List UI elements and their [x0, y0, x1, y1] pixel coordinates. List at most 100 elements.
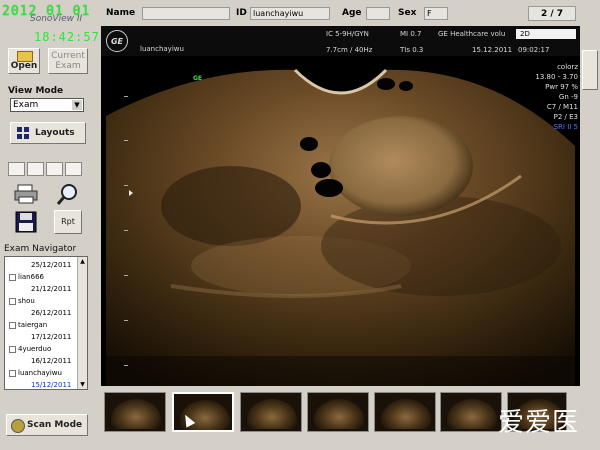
mi-label: MI 0.7 [400, 30, 422, 38]
exam-date: 15.12.2011 [472, 46, 513, 54]
tree-date-node[interactable]: 17/12/2011 [5, 331, 77, 343]
param-sri: SRI II 5 [553, 123, 578, 131]
navigator-scrollbar[interactable]: ▲ ▼ [77, 257, 87, 389]
exam-time: 09:02:17 [518, 46, 550, 54]
thumbnail-4[interactable] [307, 392, 369, 432]
sex-field[interactable]: F [424, 7, 448, 20]
scrollbar-thumb[interactable] [582, 50, 598, 90]
view-mode-select[interactable]: Exam ▼ [10, 98, 84, 112]
probe-orientation-marker: GE [193, 75, 203, 82]
page-counter: 2 / 7 [528, 6, 576, 21]
view-mode-label: View Mode [8, 86, 64, 96]
thumbnail-image [314, 399, 364, 429]
name-label: Name [106, 8, 136, 18]
current-exam-button[interactable]: Current Exam [48, 48, 88, 74]
tree-date-node[interactable]: 25/12/2011 [5, 259, 77, 271]
depth-tick [124, 96, 128, 97]
scan-mode-button[interactable]: Scan Mode [6, 414, 88, 436]
exam-navigator-label: Exam Navigator [4, 244, 77, 254]
tree-date-node[interactable]: 21/12/2011 [5, 283, 77, 295]
id-field[interactable]: luanchayiwu [250, 7, 330, 20]
view-mode-value: Exam [13, 100, 39, 110]
thumbnail-1[interactable] [104, 392, 166, 432]
app-title: SonoView II [30, 14, 83, 24]
grid-icon [17, 127, 29, 139]
id-label: ID [236, 8, 247, 18]
open-button[interactable]: Open [8, 48, 40, 74]
tree-patient-node[interactable]: luanchayiwu [5, 367, 77, 379]
name-field[interactable] [142, 7, 230, 20]
watermark: 爱爱医 [498, 408, 580, 438]
panel-tab-2[interactable] [27, 162, 44, 176]
depth-tick [124, 185, 128, 186]
magnifier-icon [56, 184, 77, 205]
param-cm: C7 / M11 [546, 103, 578, 111]
floppy-disk-icon [15, 211, 37, 233]
tree-patient-label: taiergan [18, 321, 48, 329]
depth-tick [124, 275, 128, 276]
param-gain: Gn -9 [558, 93, 578, 101]
report-button[interactable]: Rpt [54, 210, 82, 234]
thumbnail-3[interactable] [240, 392, 302, 432]
tree-patient-node[interactable]: shou [5, 295, 77, 307]
tree-patient-label: 4yuerduo [18, 345, 52, 353]
tis-label: TIs 0.3 [400, 46, 424, 54]
age-field[interactable] [366, 7, 390, 20]
depth-tick [124, 320, 128, 321]
osd-time: 18:42:57 [34, 30, 100, 44]
tree-date-node[interactable]: 16/12/2011 [5, 355, 77, 367]
thumbnail-image [447, 399, 497, 429]
param-dynamic-range: 13.80 - 3.70 [535, 73, 578, 81]
open-button-label: Open [10, 61, 38, 71]
panel-tab-3[interactable] [46, 162, 63, 176]
print-button[interactable] [12, 182, 40, 206]
printer-icon [14, 184, 38, 204]
ge-logo: GE [106, 30, 128, 52]
thumbnail-5[interactable] [374, 392, 436, 432]
tree-expander-icon[interactable] [9, 321, 16, 329]
header-patient-id: luanchayiwu [140, 45, 184, 53]
tree-expander-icon[interactable] [9, 369, 16, 377]
depth-tick [124, 230, 128, 231]
panel-tab-4[interactable] [65, 162, 82, 176]
tree-patient-label: lian666 [18, 273, 44, 281]
report-icon-label: Rpt [61, 217, 75, 226]
depth-frequency-label: 7.7cm / 40Hz [326, 46, 373, 54]
ultrasound-viewport[interactable] [101, 56, 580, 386]
thumbnail-image [247, 399, 297, 429]
tree-expander-icon[interactable] [9, 345, 16, 353]
panel-tab-1[interactable] [8, 162, 25, 176]
sex-label: Sex [398, 8, 417, 18]
tree-expander-icon[interactable] [9, 273, 16, 281]
age-label: Age [342, 8, 362, 18]
tree-patient-node[interactable]: 4yuerduo [5, 343, 77, 355]
tree-date-node-selected[interactable]: 15/12/2011 [5, 379, 77, 389]
save-button[interactable] [12, 210, 40, 234]
image-scrollbar[interactable] [580, 26, 600, 386]
focus-marker-icon [129, 190, 133, 196]
exam-navigator-tree[interactable]: 25/12/2011 lian666 21/12/2011 shou 26/12… [4, 256, 88, 390]
probe-icon [11, 419, 25, 433]
tree-patient-node[interactable]: lian666 [5, 271, 77, 283]
layouts-label: Layouts [35, 128, 75, 138]
layouts-button[interactable]: Layouts [10, 122, 86, 144]
depth-tick [124, 365, 128, 366]
tree-patient-node[interactable]: taiergan [5, 319, 77, 331]
scroll-down-icon[interactable]: ▼ [78, 380, 87, 389]
thumbnail-image [381, 399, 431, 429]
tree-patient-label: luanchayiwu [18, 369, 62, 377]
search-button[interactable] [54, 182, 82, 206]
tree-expander-icon[interactable] [9, 297, 16, 305]
param-map: colorz [557, 63, 578, 71]
chevron-down-icon[interactable]: ▼ [72, 100, 82, 110]
tree-date-node[interactable]: 26/12/2011 [5, 307, 77, 319]
param-pe: P2 / E3 [553, 113, 578, 121]
scroll-up-icon[interactable]: ▲ [78, 257, 87, 266]
param-power: Pwr 97 % [545, 83, 578, 91]
ultrasound-image [106, 68, 575, 386]
thumbnail-2-selected[interactable] [172, 392, 234, 432]
thumbnail-image [111, 399, 161, 429]
thumbnail-6[interactable] [440, 392, 502, 432]
vendor-label: GE Healthcare volu [438, 30, 506, 38]
depth-tick [124, 140, 128, 141]
